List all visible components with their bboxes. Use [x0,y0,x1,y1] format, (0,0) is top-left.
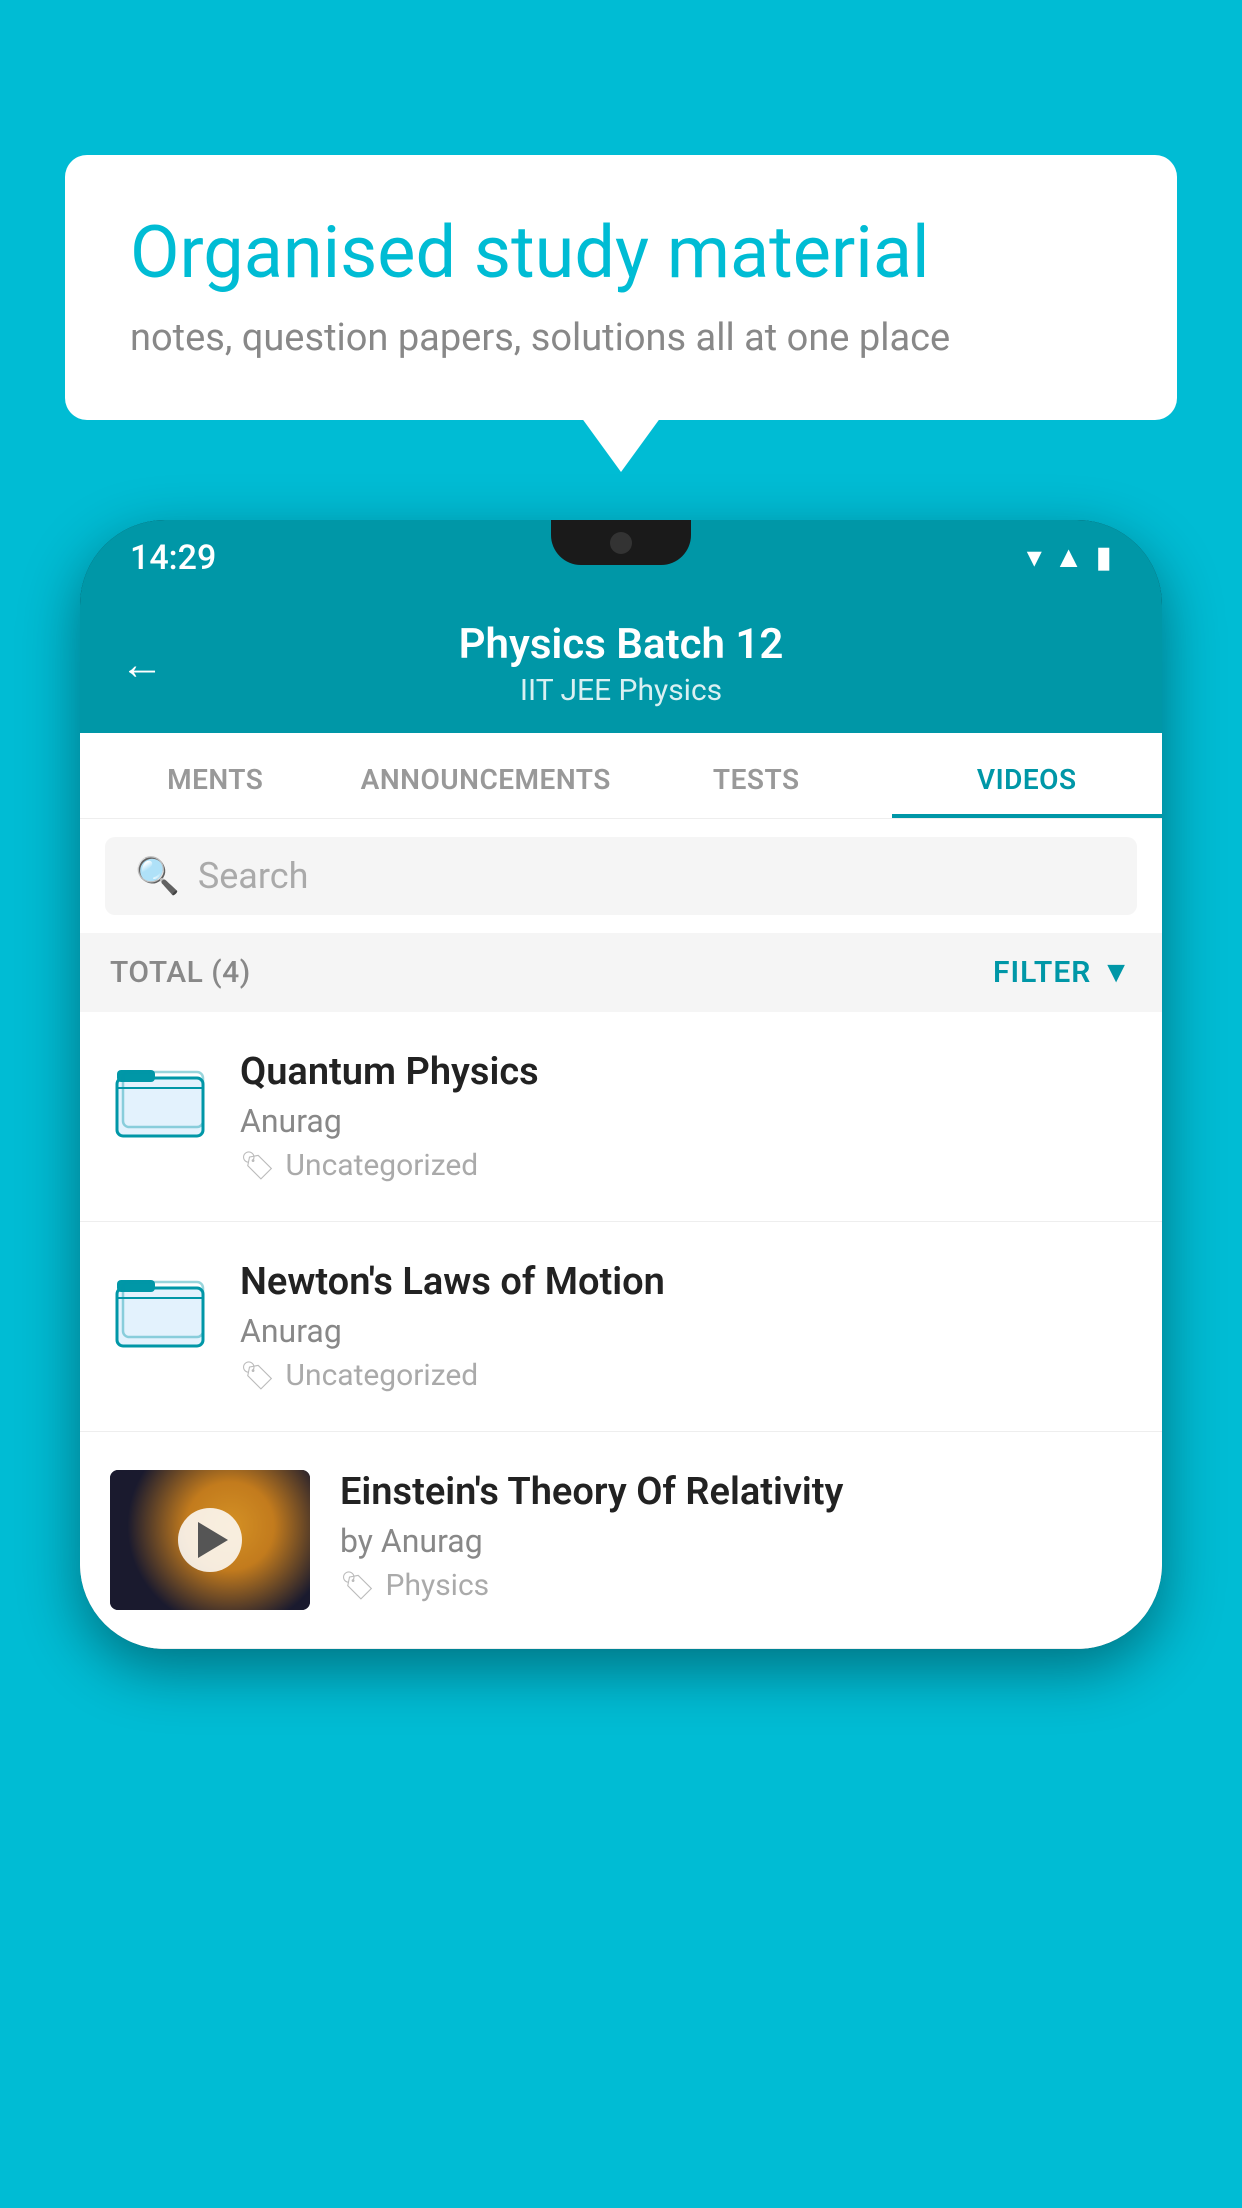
notch [551,520,691,565]
video-list: Quantum Physics Anurag 🏷 Uncategorized [80,1012,1162,1649]
speech-bubble: Organised study material notes, question… [65,155,1177,420]
tab-announcements[interactable]: ANNOUNCEMENTS [351,733,622,818]
search-icon: 🔍 [135,855,180,897]
tab-tests[interactable]: TESTS [621,733,892,818]
tag-icon: 🏷 [240,1149,276,1182]
video-author: Anurag [240,1312,1132,1350]
video-author: by Anurag [340,1522,1132,1560]
bubble-title: Organised study material [130,210,1112,296]
list-item[interactable]: Newton's Laws of Motion Anurag 🏷 Uncateg… [80,1222,1162,1432]
app-header: ← Physics Batch 12 IIT JEE Physics [80,595,1162,733]
video-info: Newton's Laws of Motion Anurag 🏷 Uncateg… [240,1260,1132,1393]
wifi-icon: ▾ [1027,540,1042,575]
filter-icon: ▼ [1101,955,1132,990]
tag-label: Physics [386,1568,490,1603]
filter-button[interactable]: FILTER ▼ [993,955,1132,990]
content-area: 🔍 Search TOTAL (4) FILTER ▼ [80,819,1162,1649]
search-container: 🔍 Search [80,819,1162,933]
video-info: Quantum Physics Anurag 🏷 Uncategorized [240,1050,1132,1183]
bubble-subtitle: notes, question papers, solutions all at… [130,316,1112,360]
back-button[interactable]: ← [120,638,164,690]
video-tag: 🏷 Uncategorized [240,1358,1132,1393]
video-title: Einstein's Theory Of Relativity [340,1470,1132,1514]
list-item[interactable]: Quantum Physics Anurag 🏷 Uncategorized [80,1012,1162,1222]
front-camera [610,532,632,554]
folder-icon-wrap [110,1260,210,1360]
tab-videos[interactable]: VIDEOS [892,733,1163,818]
video-info: Einstein's Theory Of Relativity by Anura… [340,1470,1132,1603]
search-box[interactable]: 🔍 Search [105,837,1137,915]
status-icons: ▾ ▲ ▮ [1027,540,1112,575]
total-count: TOTAL (4) [110,955,251,990]
video-title: Newton's Laws of Motion [240,1260,1132,1304]
status-time: 14:29 [130,538,216,578]
folder-icon [115,1270,205,1350]
filter-label: FILTER [993,955,1091,990]
tabs-bar: MENTS ANNOUNCEMENTS TESTS VIDEOS [80,733,1162,819]
play-button[interactable] [178,1508,242,1572]
video-tag: 🏷 Physics [340,1568,1132,1603]
video-tag: 🏷 Uncategorized [240,1148,1132,1183]
video-author: Anurag [240,1102,1132,1140]
search-input[interactable]: Search [198,855,309,897]
status-bar: 14:29 ▾ ▲ ▮ [80,520,1162,595]
header-center: Physics Batch 12 IIT JEE Physics [459,620,784,708]
video-title: Quantum Physics [240,1050,1132,1094]
play-icon [198,1522,228,1558]
tag-label: Uncategorized [286,1358,479,1393]
signal-icon: ▲ [1054,540,1084,575]
speech-bubble-container: Organised study material notes, question… [65,155,1177,420]
batch-title: Physics Batch 12 [459,620,784,669]
folder-icon-wrap [110,1050,210,1150]
tag-label: Uncategorized [286,1148,479,1183]
folder-icon [115,1060,205,1140]
filter-bar: TOTAL (4) FILTER ▼ [80,933,1162,1012]
tab-ments[interactable]: MENTS [80,733,351,818]
battery-icon: ▮ [1095,540,1112,575]
tag-icon: 🏷 [340,1569,376,1602]
tag-icon: 🏷 [240,1359,276,1392]
phone-body: 14:29 ▾ ▲ ▮ ← Physics Batch 12 IIT JEE P… [80,520,1162,1649]
batch-subtitle: IIT JEE Physics [459,673,784,708]
phone-wrapper: 14:29 ▾ ▲ ▮ ← Physics Batch 12 IIT JEE P… [80,520,1162,2208]
list-item[interactable]: Einstein's Theory Of Relativity by Anura… [80,1432,1162,1649]
video-thumbnail [110,1470,310,1610]
